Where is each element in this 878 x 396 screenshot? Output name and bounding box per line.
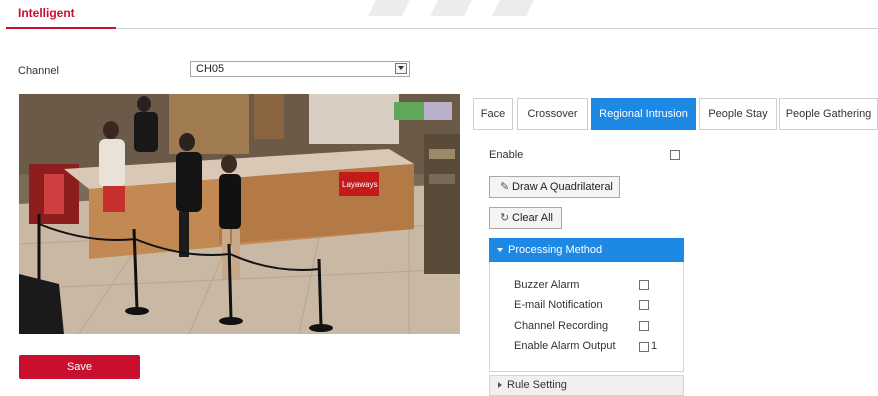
enable-checkbox[interactable]	[670, 150, 680, 160]
tab-face[interactable]: Face	[473, 98, 513, 130]
active-tab-underline	[6, 27, 116, 29]
tab-regional-intrusion[interactable]: Regional Intrusion	[591, 98, 696, 130]
tab-crossover[interactable]: Crossover	[517, 98, 588, 130]
alarm-output-label: Enable Alarm Output	[514, 340, 616, 352]
channel-recording-label: Channel Recording	[514, 320, 609, 332]
ghost-decoration	[492, 0, 534, 16]
pencil-icon: ✎	[500, 181, 510, 193]
buzzer-alarm-label: Buzzer Alarm	[514, 279, 580, 291]
ghost-decoration	[368, 0, 410, 16]
store-camera-image: Layaways	[19, 94, 460, 334]
email-notification-checkbox[interactable]	[639, 300, 649, 310]
video-preview: Layaways	[19, 94, 460, 334]
email-notification-label: E-mail Notification	[514, 299, 603, 311]
channel-select-value: CH05	[196, 63, 225, 75]
tab-people-gathering[interactable]: People Gathering	[779, 98, 878, 130]
channel-label: Channel	[18, 65, 59, 77]
enable-label: Enable	[489, 149, 524, 161]
chevron-down-icon[interactable]	[395, 63, 407, 74]
caret-down-icon	[497, 248, 503, 253]
draw-quadrilateral-button[interactable]: ✎ Draw A Quadrilateral	[489, 176, 620, 198]
processing-method-label: Processing Method	[508, 244, 603, 256]
tab-people-stay[interactable]: People Stay	[699, 98, 777, 130]
tab-intelligent[interactable]: Intelligent	[18, 6, 75, 20]
draw-quadrilateral-label: Draw A Quadrilateral	[512, 181, 613, 193]
header-divider	[6, 28, 878, 29]
caret-right-icon	[498, 382, 502, 389]
ghost-decoration	[430, 0, 472, 16]
clear-all-label: Clear All	[512, 212, 553, 224]
channel-recording-checkbox[interactable]	[639, 321, 649, 331]
clear-all-button[interactable]: ↻ Clear All	[489, 207, 562, 229]
processing-method-header[interactable]: Processing Method	[489, 238, 684, 262]
alarm-output-checkbox[interactable]	[639, 342, 649, 352]
save-button[interactable]: Save	[19, 355, 140, 379]
rule-setting-header[interactable]: Rule Setting	[489, 375, 684, 396]
alarm-output-number: 1	[651, 340, 658, 352]
video-overlay-text: Layaways	[342, 180, 378, 189]
refresh-icon: ↻	[500, 212, 510, 224]
channel-select[interactable]: CH05	[190, 61, 410, 77]
buzzer-alarm-checkbox[interactable]	[639, 280, 649, 290]
rule-setting-label: Rule Setting	[507, 379, 567, 391]
